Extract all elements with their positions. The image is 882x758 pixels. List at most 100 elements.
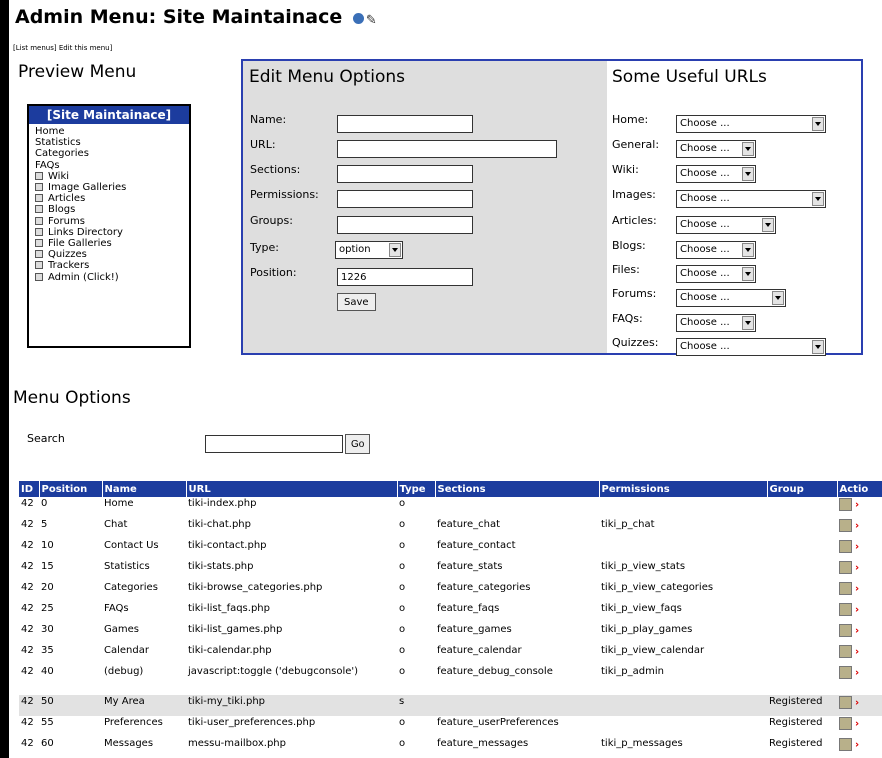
preview-menu-item[interactable]: Quizzes [35,249,189,260]
list-menus-link[interactable]: [List menus] [13,44,57,52]
sections-input[interactable] [337,165,473,183]
cell-actions: › [837,716,882,737]
edit-icon[interactable] [839,498,852,511]
preview-menu-item[interactable]: Image Galleries [35,182,189,193]
go-button[interactable]: Go [345,434,371,454]
useful-url-select[interactable]: Choose ... [676,338,826,356]
expand-icon[interactable] [35,261,43,270]
useful-url-label: Files: [612,263,640,276]
delete-icon[interactable]: › [855,521,859,532]
cell-url[interactable]: tiki-index.php [186,497,397,518]
useful-url-select-value: Choose ... [680,219,730,230]
preview-menu-item[interactable]: FAQs [35,160,189,171]
cell-url[interactable]: tiki-list_games.php [186,623,397,644]
preview-menu-item[interactable]: Articles [35,193,189,204]
useful-url-select[interactable]: Choose ... [676,314,756,332]
edit-icon[interactable] [839,582,852,595]
position-input[interactable] [337,268,473,286]
column-header[interactable]: Position [39,481,103,497]
cell-url[interactable]: tiki-user_preferences.php [186,716,397,737]
delete-icon[interactable]: › [855,719,859,730]
column-header[interactable]: Sections [435,481,600,497]
cell-url[interactable]: tiki-calendar.php [186,644,397,665]
column-header[interactable]: Type [397,481,436,497]
expand-icon[interactable] [35,216,43,225]
position-label: Position: [250,266,297,279]
cell-url[interactable]: javascript:toggle ('debugconsole') [186,665,397,695]
delete-icon[interactable]: › [855,698,859,709]
expand-icon[interactable] [35,171,43,180]
groups-input[interactable] [337,216,473,234]
column-header[interactable]: Group [767,481,838,497]
useful-url-select[interactable]: Choose ... [676,115,826,133]
cell-url[interactable]: tiki-browse_categories.php [186,581,397,602]
url-input[interactable] [337,140,557,158]
useful-url-select[interactable]: Choose ... [676,265,756,283]
cell-url[interactable]: messu-mailbox.php [186,737,397,758]
url-label: URL: [250,138,276,151]
expand-icon[interactable] [35,194,43,203]
useful-url-select[interactable]: Choose ... [676,140,756,158]
edit-icon[interactable] [839,561,852,574]
useful-url-select[interactable]: Choose ... [676,241,756,259]
preview-menu-item[interactable]: Home [35,126,189,137]
cell-url[interactable]: tiki-stats.php [186,560,397,581]
useful-url-label: Images: [612,188,656,201]
column-header[interactable]: ID [19,481,40,497]
delete-icon[interactable]: › [855,563,859,574]
expand-icon[interactable] [35,183,43,192]
preview-menu-item[interactable]: Wiki [35,171,189,182]
preview-menu-item[interactable]: Trackers [35,260,189,271]
delete-icon[interactable]: › [855,626,859,637]
cell-url[interactable]: tiki-my_tiki.php [186,695,397,716]
delete-icon[interactable]: › [855,605,859,616]
delete-icon[interactable]: › [855,542,859,553]
delete-icon[interactable]: › [855,740,859,751]
edit-icon[interactable] [839,717,852,730]
expand-icon[interactable] [35,239,43,248]
cell-url[interactable]: tiki-contact.php [186,539,397,560]
edit-icon[interactable] [839,540,852,553]
useful-url-select[interactable]: Choose ... [676,289,786,307]
column-header[interactable]: Permissions [599,481,768,497]
preview-menu-item[interactable]: Links Directory [35,227,189,238]
preview-menu-item[interactable]: Forums [35,216,189,227]
expand-icon[interactable] [35,205,43,214]
preview-menu-item[interactable]: Categories [35,148,189,159]
delete-icon[interactable]: › [855,500,859,511]
preview-menu-item[interactable]: Statistics [35,137,189,148]
edit-icon[interactable] [839,603,852,616]
preview-menu-header[interactable]: [Site Maintainace] [29,106,189,124]
save-button[interactable]: Save [337,293,376,311]
preview-menu-item[interactable]: Admin (Click!) [35,272,189,283]
delete-icon[interactable]: › [855,584,859,595]
delete-icon[interactable]: › [855,647,859,658]
expand-icon[interactable] [35,272,43,281]
column-header[interactable]: URL [186,481,398,497]
edit-icon[interactable] [839,624,852,637]
column-header[interactable]: Actio [837,481,882,497]
permissions-input[interactable] [337,190,473,208]
useful-url-select[interactable]: Choose ... [676,165,756,183]
edit-icon[interactable] [839,738,852,751]
help-icon[interactable] [352,12,364,24]
expand-icon[interactable] [35,250,43,259]
edit-this-menu-link[interactable]: Edit this menu] [59,44,113,52]
edit-icon[interactable] [839,519,852,532]
edit-icon[interactable] [839,696,852,709]
useful-url-select[interactable]: Choose ... [676,190,826,208]
documentation-icon[interactable]: ✎ [366,13,377,28]
edit-icon[interactable] [839,666,852,679]
edit-icon[interactable] [839,645,852,658]
useful-url-select[interactable]: Choose ... [676,216,776,234]
preview-menu-item[interactable]: Blogs [35,204,189,215]
preview-menu-item[interactable]: File Galleries [35,238,189,249]
search-input[interactable] [205,435,343,453]
delete-icon[interactable]: › [855,668,859,679]
cell-url[interactable]: tiki-chat.php [186,518,397,539]
type-select[interactable]: option [335,241,403,259]
column-header[interactable]: Name [102,481,187,497]
cell-url[interactable]: tiki-list_faqs.php [186,602,397,623]
name-input[interactable] [337,115,473,133]
expand-icon[interactable] [35,227,43,236]
